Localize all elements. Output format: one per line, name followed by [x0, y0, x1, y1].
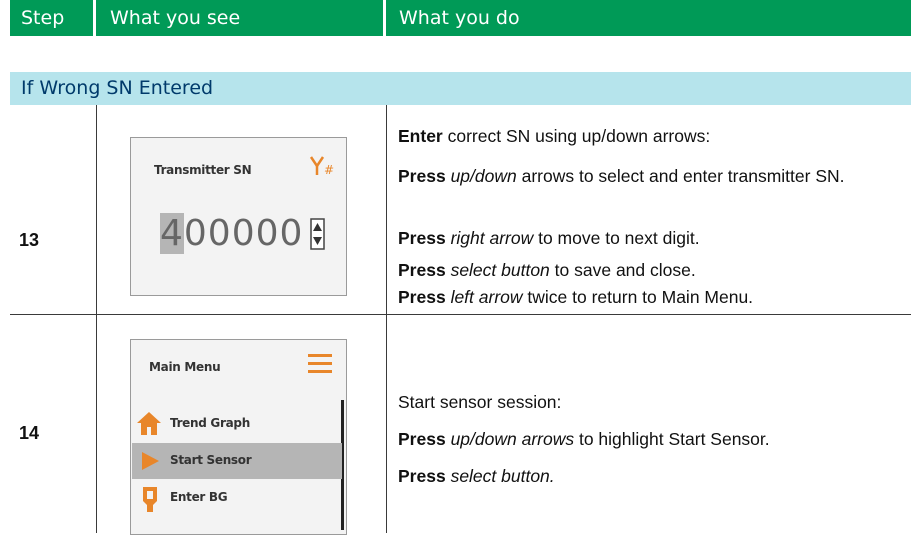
remaining-digits: 00000	[183, 213, 304, 254]
svg-text:#: #	[324, 163, 334, 176]
hamburger-menu-icon	[307, 352, 333, 374]
table-header: Step What you see What you do	[0, 0, 922, 36]
instruction-line: Press select button to save and close.	[398, 260, 696, 280]
header-step: Step	[10, 0, 93, 36]
row-divider	[10, 314, 911, 315]
screen-title: Transmitter SN	[154, 163, 252, 177]
play-icon	[139, 450, 161, 472]
instruction-line: Enter correct SN using up/down arrows:	[398, 126, 711, 146]
instruction-line: Press select button.	[398, 466, 555, 486]
instruction-line: Press right arrow to move to next digit.	[398, 228, 700, 248]
menu-item-trend-graph: Trend Graph	[132, 406, 342, 442]
step-number: 13	[19, 230, 40, 250]
menu-item-enter-bg: Enter BG	[132, 480, 342, 516]
menu-item-start-sensor: Start Sensor	[132, 443, 342, 479]
instruction-line: Press up/down arrows to highlight Start …	[398, 429, 770, 449]
antenna-hash-icon: #	[309, 154, 337, 177]
transmitter-sn-screen: Transmitter SN # 400000	[130, 137, 347, 296]
column-divider	[386, 105, 387, 533]
header-what-you-do: What you do	[386, 0, 911, 36]
header-what-you-see: What you see	[96, 0, 383, 36]
instruction-line: Start sensor session:	[398, 392, 562, 412]
home-icon	[136, 410, 162, 436]
instruction-table: Step What you see What you do If Wrong S…	[0, 0, 922, 535]
sn-digits: 400000	[160, 213, 303, 254]
up-down-arrow-icon	[310, 218, 325, 250]
step-number: 14	[19, 423, 40, 443]
instruction-line: Press left arrow twice to return to Main…	[398, 287, 754, 307]
screen-title: Main Menu	[149, 360, 221, 374]
instruction-line: Press up/down arrows to select and enter…	[398, 166, 845, 186]
column-divider	[96, 105, 97, 533]
blood-drop-icon	[140, 485, 160, 513]
section-title: If Wrong SN Entered	[10, 72, 911, 105]
selected-digit: 4	[160, 213, 184, 254]
main-menu-screen: Main Menu Trend Graph Start Sensor Enter…	[130, 339, 347, 535]
